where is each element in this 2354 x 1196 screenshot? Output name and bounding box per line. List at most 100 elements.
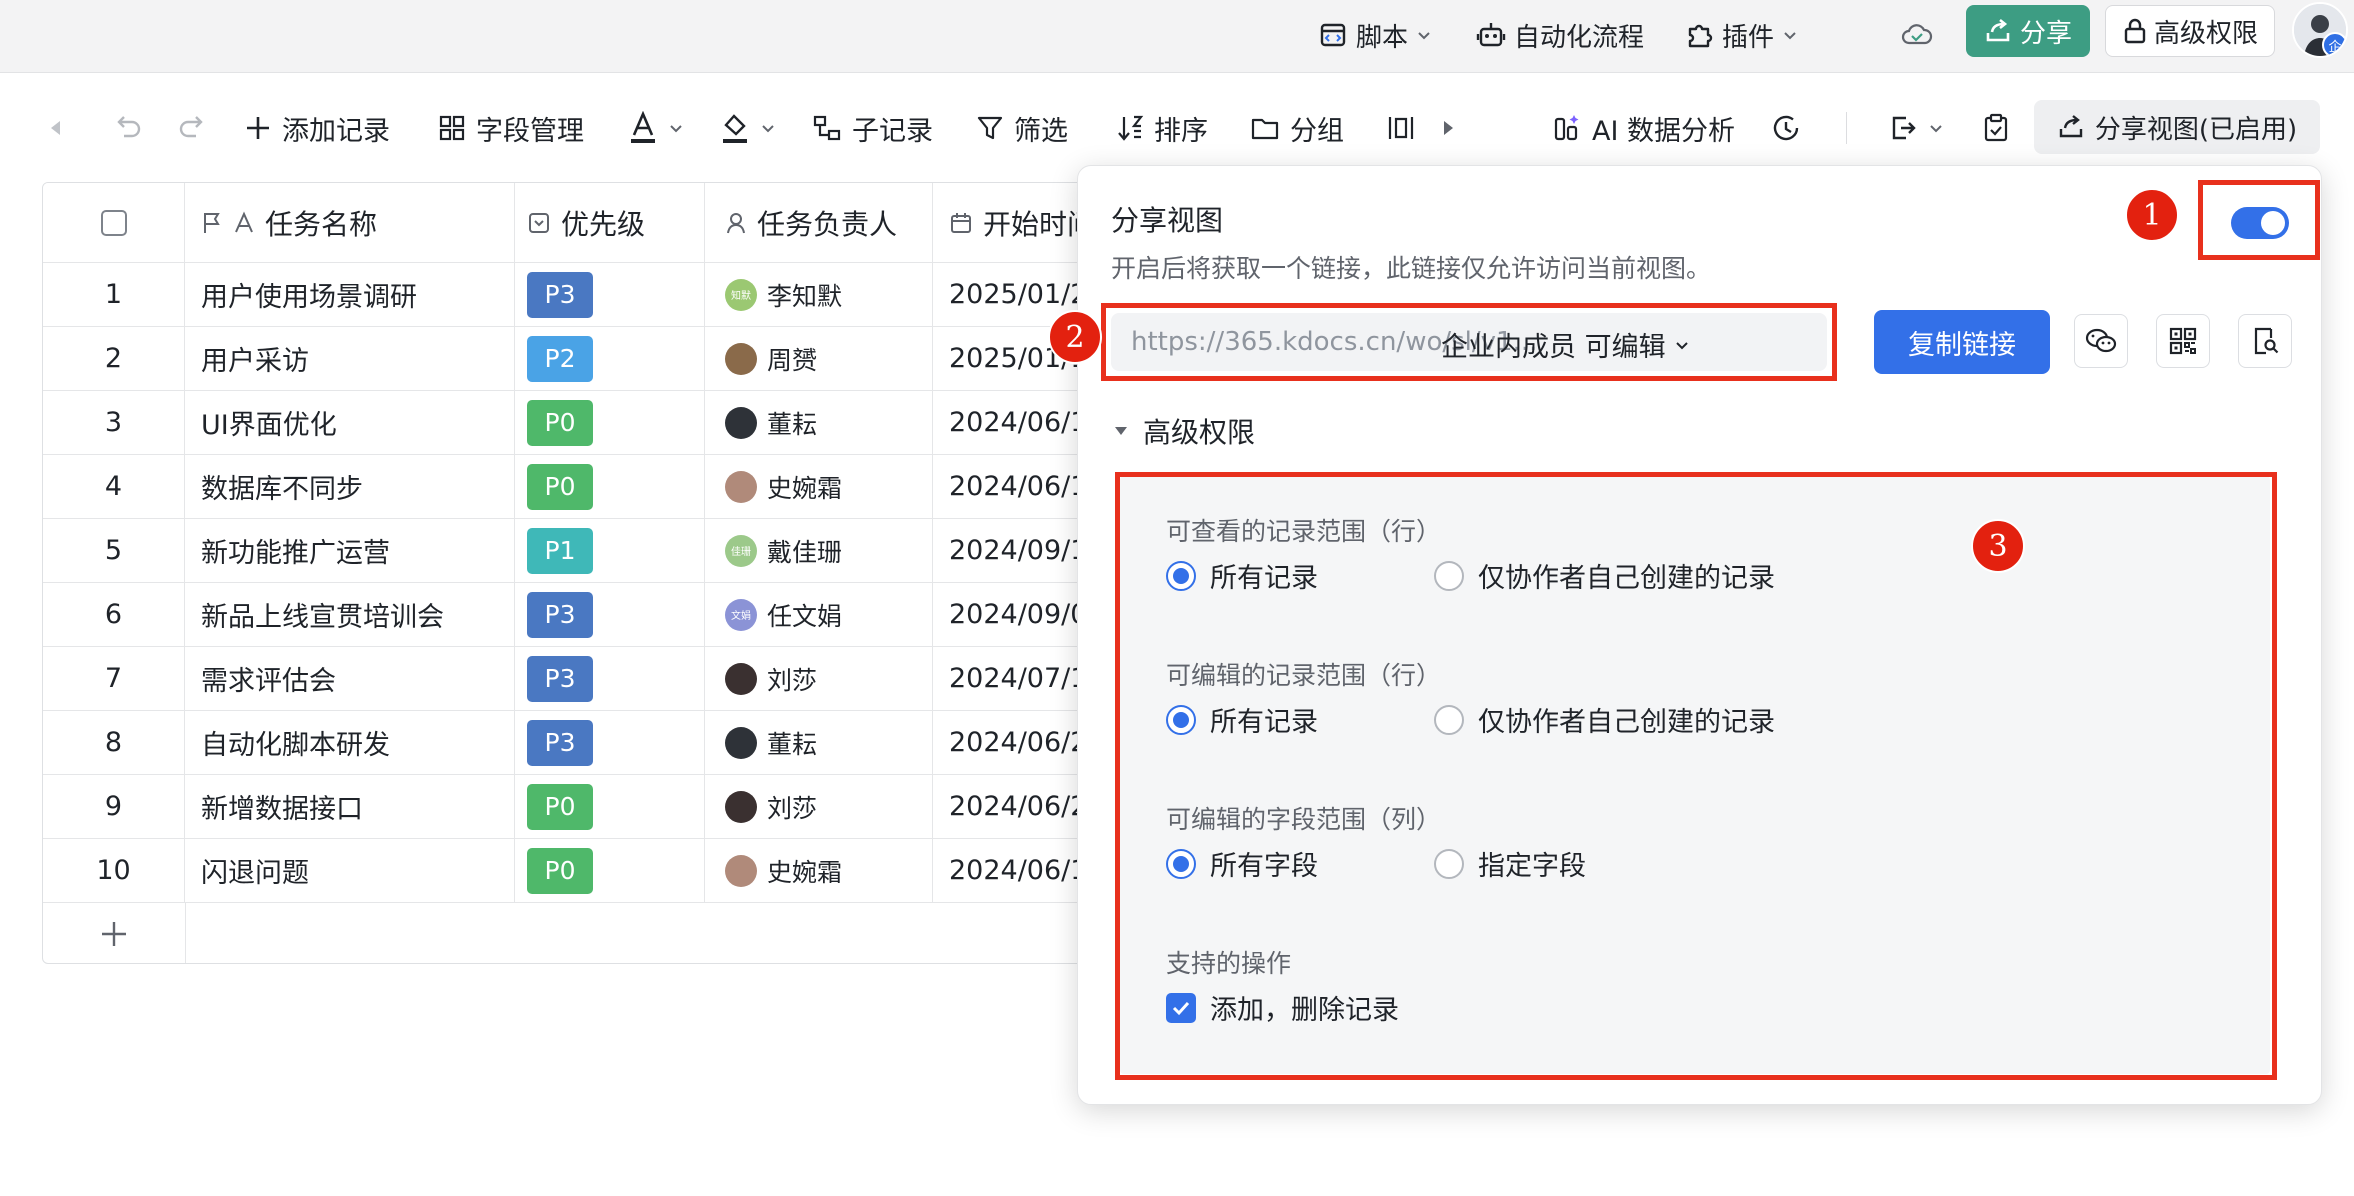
text-color-button[interactable]: [628, 105, 684, 151]
owner-cell[interactable]: 史婉霜: [705, 839, 933, 902]
owner-avatar: [725, 726, 757, 759]
sort-button[interactable]: 排序: [1116, 105, 1208, 151]
owner-cell[interactable]: 佳珊 戴佳珊: [705, 519, 933, 582]
undo-button[interactable]: [112, 105, 144, 151]
priority-cell[interactable]: P3: [515, 263, 705, 326]
advanced-permission-toggle[interactable]: 高级权限: [1113, 411, 1255, 451]
script-menu[interactable]: 脚本: [1318, 10, 1432, 60]
task-name-cell[interactable]: 新功能推广运营: [185, 519, 515, 582]
priority-cell[interactable]: P0: [515, 775, 705, 838]
task-name-cell[interactable]: 新增数据接口: [185, 775, 515, 838]
table-row[interactable]: 3 UI界面优化 P0 董耘 2024/06/1: [43, 391, 1161, 455]
clipboard-button[interactable]: [1982, 105, 2010, 151]
priority-cell[interactable]: P3: [515, 583, 705, 646]
ai-analysis-button[interactable]: AI 数据分析: [1552, 105, 1735, 151]
row-height-button[interactable]: [1386, 105, 1416, 151]
table-row[interactable]: 2 用户采访 P2 周赟 2025/01/1: [43, 327, 1161, 391]
task-name-cell[interactable]: 需求评估会: [185, 647, 515, 710]
owner-cell[interactable]: 刘莎: [705, 647, 933, 710]
wechat-share-button[interactable]: [2074, 314, 2128, 368]
table-row[interactable]: 5 新功能推广运营 P1 佳珊 戴佳珊 2024/09/1: [43, 519, 1161, 583]
task-name: 需求评估会: [201, 666, 336, 697]
header-priority[interactable]: 优先级: [515, 183, 705, 262]
owner-person: 知默 李知默: [725, 277, 842, 313]
task-name: 新功能推广运营: [201, 538, 390, 569]
table-row[interactable]: 10 闪退问题 P0 史婉霜 2024/06/1: [43, 839, 1161, 903]
priority-cell[interactable]: P1: [515, 519, 705, 582]
owner-cell[interactable]: 董耘: [705, 711, 933, 774]
table-row[interactable]: 6 新品上线宣贯培训会 P3 文娟 任文娟 2024/09/0: [43, 583, 1161, 647]
fill-color-button[interactable]: [720, 105, 776, 151]
table-row[interactable]: 8 自动化脚本研发 P3 董耘 2024/06/2: [43, 711, 1161, 775]
collapse-arrow[interactable]: [48, 105, 64, 151]
owner-cell[interactable]: 刘莎: [705, 775, 933, 838]
copy-link-button[interactable]: 复制链接: [1874, 310, 2050, 374]
priority-cell[interactable]: P0: [515, 391, 705, 454]
annotation-box-toggle: [2198, 180, 2320, 260]
task-name-cell[interactable]: 用户使用场景调研: [185, 263, 515, 326]
automation-menu[interactable]: 自动化流程: [1476, 10, 1644, 60]
table-row[interactable]: 1 用户使用场景调研 P3 知默 李知默 2025/01/2: [43, 263, 1161, 327]
export-button[interactable]: [1888, 105, 1944, 151]
task-name-cell[interactable]: 数据库不同步: [185, 455, 515, 518]
row-number[interactable]: 8: [43, 711, 185, 774]
triangle-left-icon: [51, 121, 60, 135]
table-row[interactable]: 4 数据库不同步 P0 史婉霜 2024/06/1: [43, 455, 1161, 519]
redo-button[interactable]: [176, 105, 208, 151]
priority-cell[interactable]: P0: [515, 839, 705, 902]
cloud-sync-status[interactable]: [1900, 10, 1934, 60]
link-preview-button[interactable]: [2238, 314, 2292, 368]
row-number[interactable]: 5: [43, 519, 185, 582]
filter-button[interactable]: 筛选: [976, 105, 1068, 151]
priority-tag: P0: [527, 847, 593, 894]
owner-cell[interactable]: 董耘: [705, 391, 933, 454]
header-owner[interactable]: 任务负责人: [705, 183, 933, 262]
qr-code-button[interactable]: [2156, 314, 2210, 368]
sub-record-label: 子记录: [852, 115, 933, 147]
priority-cell[interactable]: P3: [515, 711, 705, 774]
caret-down-icon: [1115, 427, 1127, 435]
share-icon: [2059, 115, 2083, 138]
add-record-button[interactable]: 添加记录: [244, 105, 390, 151]
owner-cell[interactable]: 史婉霜: [705, 455, 933, 518]
sub-record-button[interactable]: 子记录: [812, 105, 933, 151]
plugin-menu[interactable]: 插件: [1684, 10, 1798, 60]
redo-icon: [179, 116, 203, 138]
row-number[interactable]: 3: [43, 391, 185, 454]
select-all-cell[interactable]: [43, 183, 185, 262]
priority-cell[interactable]: P2: [515, 327, 705, 390]
priority-cell[interactable]: P0: [515, 455, 705, 518]
row-number[interactable]: 2: [43, 327, 185, 390]
annotation-box-advanced: [1115, 472, 2277, 1080]
table-row[interactable]: 9 新增数据接口 P0 刘莎 2024/06/2: [43, 775, 1161, 839]
task-name-cell[interactable]: 自动化脚本研发: [185, 711, 515, 774]
start-time: 2024/09/1: [949, 535, 1088, 566]
share-view-button[interactable]: 分享视图(已启用): [2034, 100, 2320, 154]
field-manage-button[interactable]: 字段管理: [438, 105, 584, 151]
row-number[interactable]: 9: [43, 775, 185, 838]
header-task-name[interactable]: 任务名称: [185, 183, 515, 262]
user-avatar[interactable]: 企: [2292, 2, 2348, 58]
task-name-cell[interactable]: UI界面优化: [185, 391, 515, 454]
task-name-cell[interactable]: 用户采访: [185, 327, 515, 390]
add-row-button[interactable]: [43, 903, 186, 963]
more-tools-arrow[interactable]: [1440, 105, 1456, 151]
row-number[interactable]: 10: [43, 839, 185, 902]
row-number[interactable]: 6: [43, 583, 185, 646]
owner-cell[interactable]: 周赟: [705, 327, 933, 390]
row-number[interactable]: 1: [43, 263, 185, 326]
owner-cell[interactable]: 知默 李知默: [705, 263, 933, 326]
row-number[interactable]: 4: [43, 455, 185, 518]
row-number[interactable]: 7: [43, 647, 185, 710]
select-all-checkbox[interactable]: [100, 209, 127, 236]
advanced-permission-button[interactable]: 高级权限: [2105, 5, 2275, 57]
group-button[interactable]: 分组: [1250, 105, 1344, 151]
owner-cell[interactable]: 文娟 任文娟: [705, 583, 933, 646]
priority-cell[interactable]: P3: [515, 647, 705, 710]
task-name-cell[interactable]: 闪退问题: [185, 839, 515, 902]
history-button[interactable]: [1770, 105, 1802, 151]
table-row[interactable]: 7 需求评估会 P3 刘莎 2024/07/1: [43, 647, 1161, 711]
share-button[interactable]: 分享: [1966, 5, 2090, 57]
add-record-label: 添加记录: [282, 115, 390, 147]
task-name-cell[interactable]: 新品上线宣贯培训会: [185, 583, 515, 646]
